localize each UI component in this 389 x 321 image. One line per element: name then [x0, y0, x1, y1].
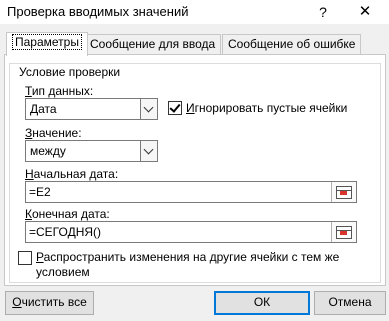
validation-criteria-group: Условие проверки Тип данных: Дата Игнори… [9, 63, 381, 283]
chevron-down-icon[interactable] [140, 141, 157, 161]
title-bar: Проверка вводимых значений ? ✕ [0, 0, 389, 24]
start-date-input[interactable]: =E2 [25, 181, 357, 203]
help-icon[interactable]: ? [312, 2, 334, 22]
ignore-blank-label[interactable]: Игнорировать пустые ячейки [186, 101, 347, 115]
data-value: между [30, 144, 66, 158]
tab-input-message-label: Сообщение для ввода [90, 37, 216, 51]
end-date-label: Конечная дата: [25, 207, 110, 221]
data-label: Значение: [25, 126, 82, 140]
allow-dropdown[interactable]: Дата [25, 98, 158, 120]
data-validation-dialog: Проверка вводимых значений ? ✕ Параметры… [0, 0, 389, 321]
apply-all-checkbox[interactable] [18, 251, 32, 265]
allow-value: Дата [30, 102, 57, 116]
allow-label: Тип данных: [25, 84, 94, 98]
tab-settings-label: Параметры [12, 34, 82, 50]
clear-all-button[interactable]: Очистить все [5, 291, 94, 315]
ignore-blank-checkbox[interactable] [168, 101, 182, 115]
apply-all-label-line2[interactable]: условием [36, 265, 90, 279]
close-icon[interactable]: ✕ [354, 2, 376, 22]
group-title: Условие проверки [16, 65, 124, 79]
ok-button[interactable]: ОК [214, 291, 310, 315]
settings-panel: Условие проверки Тип данных: Дата Игнори… [4, 54, 386, 286]
start-date-value: =E2 [29, 185, 51, 199]
tab-error-alert[interactable]: Сообщение об ошибке [222, 34, 362, 55]
start-date-label: Начальная дата: [25, 167, 119, 181]
end-date-input[interactable]: =СЕГОДНЯ() [25, 221, 357, 243]
tab-input-message[interactable]: Сообщение для ввода [84, 34, 222, 55]
chevron-down-icon[interactable] [140, 99, 157, 119]
collapse-dialog-icon[interactable] [331, 182, 356, 202]
dialog-title: Проверка вводимых значений [7, 4, 189, 19]
collapse-dialog-icon[interactable] [331, 222, 356, 242]
apply-all-label[interactable]: Распространить изменения на другие ячейк… [36, 250, 339, 264]
tab-error-alert-label: Сообщение об ошибке [228, 37, 356, 51]
data-dropdown[interactable]: между [25, 140, 158, 162]
end-date-value: =СЕГОДНЯ() [29, 225, 102, 239]
cancel-button[interactable]: Отмена [314, 291, 386, 315]
tab-settings[interactable]: Параметры [6, 32, 88, 56]
